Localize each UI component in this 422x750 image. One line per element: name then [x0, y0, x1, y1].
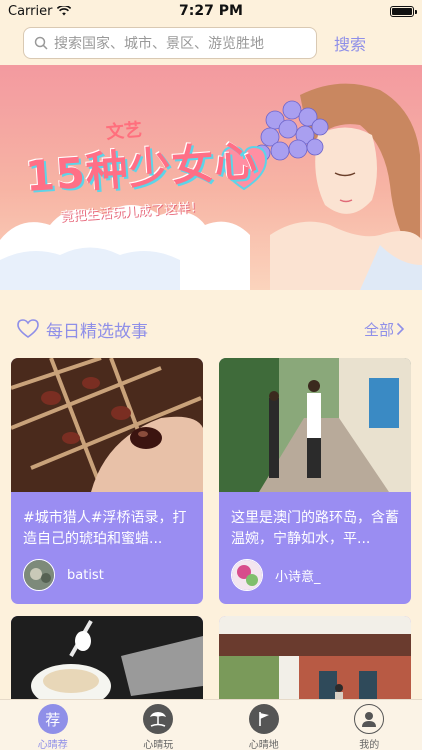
- daily-stories-header: 每日精选故事 全部: [0, 313, 422, 345]
- username: batist: [67, 567, 104, 583]
- profile-icon: [354, 704, 385, 734]
- story-text: #城市猎人#浮桥语录，打造自己的琥珀和蜜蜡...: [23, 510, 187, 547]
- tab-profile[interactable]: 我的: [329, 704, 409, 750]
- story-text: 这里是澳门的路环岛，含蓄温婉，宁静如水，平...: [231, 510, 399, 547]
- wifi-icon: [57, 6, 72, 16]
- promo-banner[interactable]: 文艺 15种少女心 竟把生活玩儿成了这样！: [0, 65, 422, 290]
- story-image: [219, 358, 411, 492]
- story-image: [11, 358, 203, 492]
- recommend-icon: 荐: [37, 704, 68, 734]
- see-all-button[interactable]: 全部: [364, 319, 405, 340]
- tab-play[interactable]: 心晴玩: [118, 704, 198, 750]
- search-input[interactable]: 搜索国家、城市、景区、游览胜地: [23, 27, 317, 59]
- beach-icon: [143, 704, 174, 734]
- tab-recommend[interactable]: 荐 心晴荐: [13, 704, 93, 750]
- username: 小诗意_: [275, 569, 321, 585]
- flag-icon: [248, 704, 279, 734]
- avatar: [231, 559, 263, 591]
- battery-icon: [390, 5, 417, 17]
- story-card[interactable]: #城市猎人#浮桥语录，打造自己的琥珀和蜜蜡... batist: [11, 358, 203, 604]
- story-card[interactable]: 这里是澳门的路环岛，含蓄温婉，宁静如水，平... 小诗意_: [219, 358, 411, 604]
- tab-label: 心晴玩: [143, 740, 174, 750]
- search-header: 搜索国家、城市、景区、游览胜地 搜索: [0, 22, 422, 64]
- tab-label: 心晴荐: [37, 740, 68, 750]
- tab-label: 心晴地: [248, 740, 279, 750]
- search-icon: [34, 36, 48, 50]
- story-image: [219, 616, 411, 706]
- search-placeholder: 搜索国家、城市、景区、游览胜地: [54, 36, 264, 52]
- story-author[interactable]: batist: [11, 552, 203, 598]
- story-author[interactable]: 小诗意_: [219, 552, 411, 598]
- chevron-right-icon: [396, 322, 405, 336]
- section-title: 每日精选故事: [46, 321, 148, 342]
- see-all-label: 全部: [363, 320, 394, 339]
- status-bar: Carrier 7:27 PM: [0, 0, 422, 22]
- story-image: [11, 616, 203, 706]
- tab-label: 我的: [359, 740, 380, 750]
- story-card[interactable]: [11, 616, 203, 706]
- search-button[interactable]: 搜索: [334, 31, 366, 55]
- tab-places[interactable]: 心晴地: [224, 704, 304, 750]
- heart-icon: [17, 319, 39, 338]
- story-card[interactable]: [219, 616, 411, 706]
- recommend-glyph: 荐: [45, 710, 61, 729]
- avatar: [23, 559, 55, 591]
- carrier-label: Carrier: [8, 3, 53, 19]
- tab-bar: 荐 心晴荐 心晴玩 心晴地 我的: [0, 699, 422, 750]
